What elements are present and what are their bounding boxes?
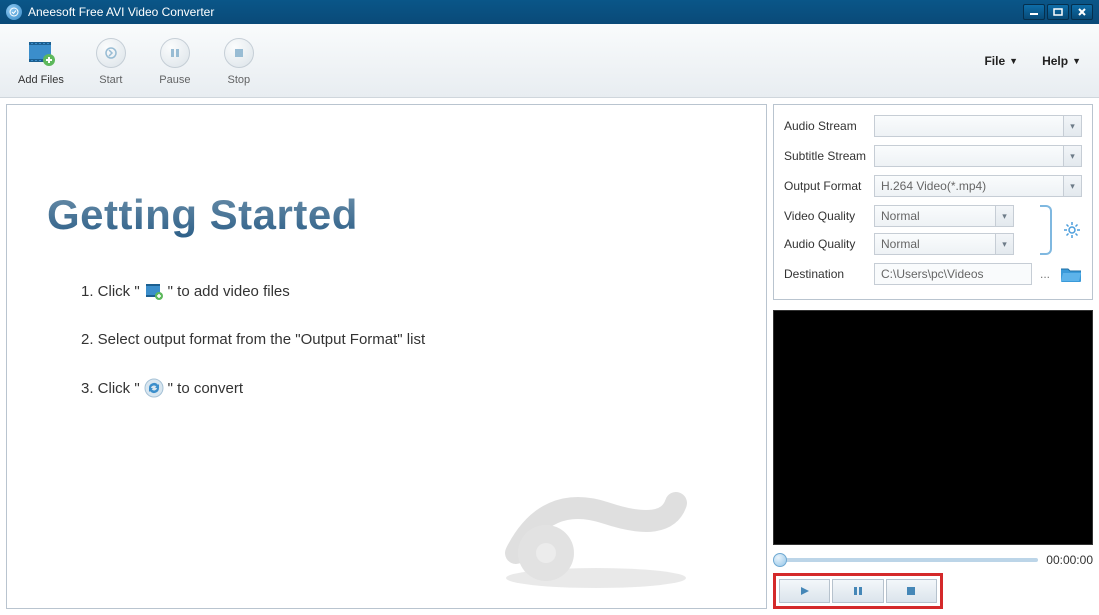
settings-gear-button[interactable] (1062, 220, 1082, 240)
main-content-panel: Getting Started 1. Click " " to add vide… (6, 104, 767, 609)
getting-started-step-3: 3. Click " " to convert (81, 378, 732, 398)
pause-icon (158, 36, 192, 70)
subtitle-stream-combo[interactable]: ▾ (874, 145, 1082, 167)
video-preview (773, 310, 1093, 545)
minimize-button[interactable] (1023, 4, 1045, 20)
video-quality-combo[interactable]: Normal▾ (874, 205, 1014, 227)
progress-slider[interactable] (773, 558, 1038, 562)
getting-started-title: Getting Started (47, 191, 732, 239)
audio-quality-combo[interactable]: Normal▾ (874, 233, 1014, 255)
window-titlebar: Aneesoft Free AVI Video Converter (0, 0, 1099, 24)
add-files-label: Add Files (18, 74, 64, 86)
chevron-down-icon: ▼ (1072, 56, 1081, 66)
convert-circle-icon (144, 378, 164, 398)
output-format-combo[interactable]: H.264 Video(*.mp4)▾ (874, 175, 1082, 197)
file-menu-label: File (984, 54, 1005, 68)
video-quality-label: Video Quality (784, 209, 874, 223)
output-format-label: Output Format (784, 179, 874, 193)
bracket-decoration (1040, 205, 1052, 255)
stop-icon (222, 36, 256, 70)
slider-thumb[interactable] (773, 553, 787, 567)
pause-label: Pause (159, 74, 190, 86)
stop-button[interactable]: Stop (222, 36, 256, 86)
chevron-down-icon: ▾ (995, 206, 1013, 226)
destination-label: Destination (784, 267, 874, 281)
start-label: Start (99, 74, 122, 86)
close-button[interactable] (1071, 4, 1093, 20)
film-add-icon (144, 281, 164, 301)
chevron-down-icon: ▾ (1063, 116, 1081, 136)
subtitle-stream-label: Subtitle Stream (784, 149, 874, 163)
add-files-button[interactable]: Add Files (18, 36, 64, 86)
chevron-down-icon: ▾ (1063, 176, 1081, 196)
app-logo-icon (6, 4, 22, 20)
play-button[interactable] (779, 579, 830, 603)
toolbar: Add Files Start Pause Stop File ▼ Help ▼ (0, 24, 1099, 98)
help-menu[interactable]: Help ▼ (1042, 54, 1081, 68)
pause-playback-button[interactable] (832, 579, 883, 603)
file-menu[interactable]: File ▼ (984, 54, 1018, 68)
audio-stream-label: Audio Stream (784, 119, 874, 133)
chevron-down-icon: ▾ (1063, 146, 1081, 166)
destination-path: C:\Users\pc\Videos (874, 263, 1032, 285)
playback-controls-highlighted (773, 573, 943, 609)
audio-quality-label: Audio Quality (784, 237, 874, 251)
window-title: Aneesoft Free AVI Video Converter (28, 5, 214, 19)
pause-button[interactable]: Pause (158, 36, 192, 86)
destination-browse-button[interactable]: ... (1036, 267, 1054, 281)
chevron-down-icon: ▾ (995, 234, 1013, 254)
help-menu-label: Help (1042, 54, 1068, 68)
start-icon (94, 36, 128, 70)
stop-playback-button[interactable] (886, 579, 937, 603)
time-display: 00:00:00 (1046, 553, 1093, 567)
chevron-down-icon: ▼ (1009, 56, 1018, 66)
open-folder-button[interactable] (1060, 265, 1082, 283)
audio-stream-combo[interactable]: ▾ (874, 115, 1082, 137)
start-button[interactable]: Start (94, 36, 128, 86)
getting-started-step-1: 1. Click " " to add video files (81, 281, 732, 301)
settings-panel: Audio Stream ▾ Subtitle Stream ▾ Output … (773, 104, 1093, 300)
add-files-icon (24, 36, 58, 70)
filmstrip-decoration-icon (486, 483, 706, 598)
stop-label: Stop (228, 74, 251, 86)
maximize-button[interactable] (1047, 4, 1069, 20)
getting-started-step-2: 2. Select output format from the "Output… (81, 331, 732, 348)
